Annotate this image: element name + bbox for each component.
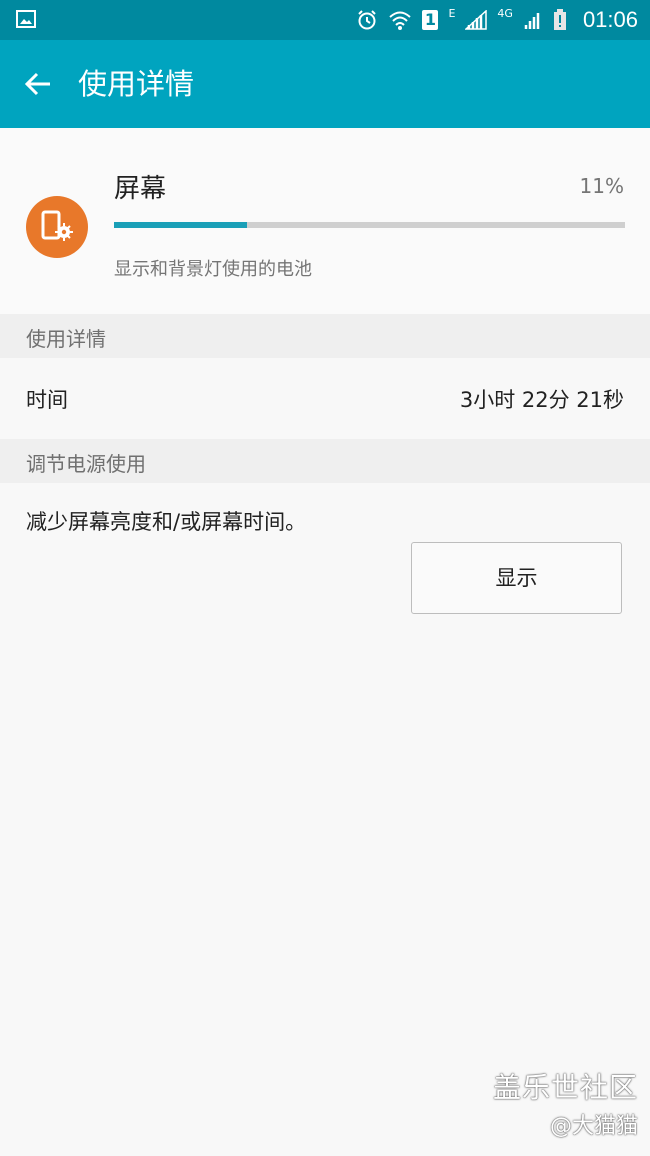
page-title: 使用详情 [78,67,195,101]
item-title: 屏幕 [114,174,167,204]
section-header-usage-details: 使用详情 [0,314,650,358]
usage-item-card: 屏幕 11% 显示和背景灯使用的电池 [0,128,650,314]
section-header-label: 使用详情 [26,327,106,351]
time-label: 时间 [26,388,68,412]
screen-settings-icon [26,196,88,258]
arrow-left-icon[interactable] [22,68,54,100]
section-header-power-saving: 调节电源使用 [0,439,650,483]
power-saving-tip: 减少屏幕亮度和/或屏幕时间。 [26,510,307,534]
signal-icon [465,10,488,30]
battery-alert-icon [553,9,567,31]
network-type-4g: 4G [497,7,513,20]
gallery-icon [16,10,36,28]
signal-icon-2 [523,10,543,30]
watermark-author: @大猫猫 [549,1114,638,1139]
app-bar: 使用详情 [0,40,650,128]
item-percent: 11% [579,174,624,198]
status-time: 01:06 [582,7,638,32]
wifi-icon [388,9,412,31]
time-value: 3小时 22分 21秒 [459,388,624,412]
status-bar: 1 E 4G 01:06 [0,0,650,40]
usage-progress-bar [114,222,625,228]
show-button[interactable]: 显示 [411,542,622,614]
item-description: 显示和背景灯使用的电池 [114,259,312,280]
sim-badge: 1 [422,10,439,30]
usage-progress-fill [114,222,247,228]
watermark-logo-text: 盖乐世社区 [492,1071,638,1104]
network-type-e: E [448,7,456,20]
section-header-label: 调节电源使用 [26,452,146,476]
alarm-icon [356,9,378,31]
time-row: 时间 3小时 22分 21秒 [0,358,650,438]
